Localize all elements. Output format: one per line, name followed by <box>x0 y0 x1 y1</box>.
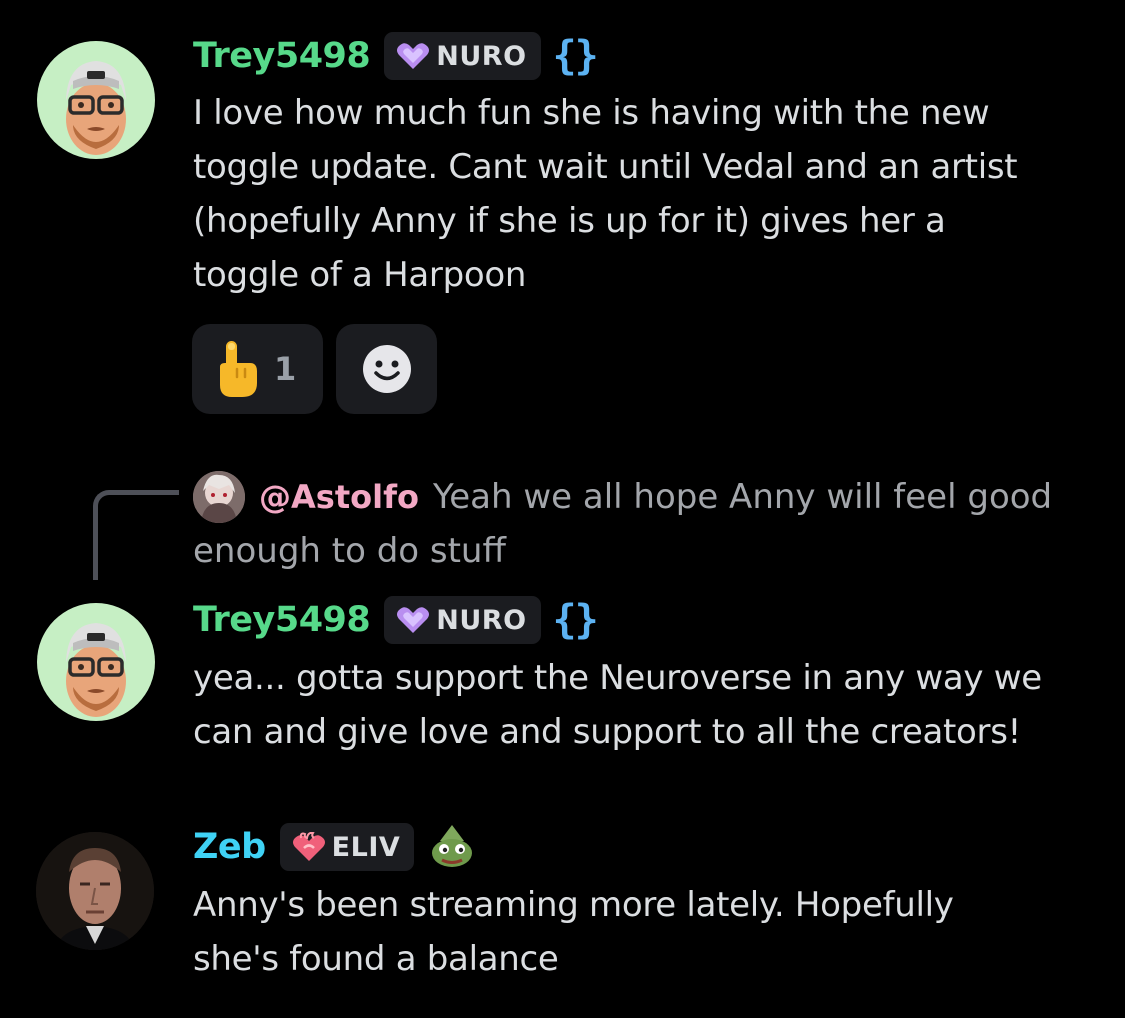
avatar[interactable] <box>36 832 154 950</box>
message-line: can and give love and support to all the… <box>193 712 1021 752</box>
message-line: she's found a balance <box>193 939 559 979</box>
message-line: (hopefully Anny if she is up for it) giv… <box>193 201 946 241</box>
message-line: I love how much fun she is having with t… <box>193 93 990 133</box>
username[interactable]: Trey5498 <box>193 36 371 76</box>
reply-text-continued: enough to do stuff <box>193 531 506 571</box>
braces-decoration: {} <box>552 597 599 643</box>
message-content: yea... gotta support the Neuroverse in a… <box>193 651 1042 759</box>
message-line: yea... gotta support the Neuroverse in a… <box>193 658 1042 698</box>
reply-avatar[interactable] <box>193 471 245 523</box>
message-content: I love how much fun she is having with t… <box>193 86 1018 302</box>
reaction-count: 1 <box>274 350 297 388</box>
purple-heart-icon <box>397 43 430 69</box>
message-line: Anny's been streaming more lately. Hopef… <box>193 885 954 925</box>
tag-label: NURO <box>436 604 527 636</box>
username[interactable]: Zeb <box>193 827 266 867</box>
add-reaction-button[interactable] <box>336 324 437 414</box>
avatar[interactable] <box>37 603 155 721</box>
reaction-pointing-up[interactable]: 1 <box>192 324 323 414</box>
server-tag[interactable]: ELIV <box>279 823 415 871</box>
message-line: toggle of a Harpoon <box>193 255 527 295</box>
server-tag[interactable]: NURO <box>384 32 541 80</box>
message-line: toggle update. Cant wait until Vedal and… <box>193 147 1018 187</box>
message-content: Anny's been streaming more lately. Hopef… <box>193 878 954 986</box>
tag-label: NURO <box>436 40 527 72</box>
reply-mention[interactable]: @Astolfo <box>259 478 419 516</box>
server-tag[interactable]: NURO <box>384 596 541 644</box>
braces-decoration: {} <box>552 33 599 79</box>
username[interactable]: Trey5498 <box>193 600 371 640</box>
reply-connector <box>93 490 179 580</box>
avatar[interactable] <box>37 41 155 159</box>
reply-preview[interactable]: @Astolfo Yeah we all hope Anny will feel… <box>193 470 1052 524</box>
reactions-bar: 1 <box>192 324 437 414</box>
tag-label: ELIV <box>331 831 401 863</box>
add-reaction-smiley-icon <box>362 345 411 393</box>
pointing-up-hand-icon <box>220 341 257 397</box>
reply-text: Yeah we all hope Anny will feel good <box>432 477 1053 517</box>
pink-flame-heart-icon <box>292 832 325 861</box>
frog-emoji-icon <box>432 825 473 867</box>
purple-heart-icon <box>397 607 430 633</box>
